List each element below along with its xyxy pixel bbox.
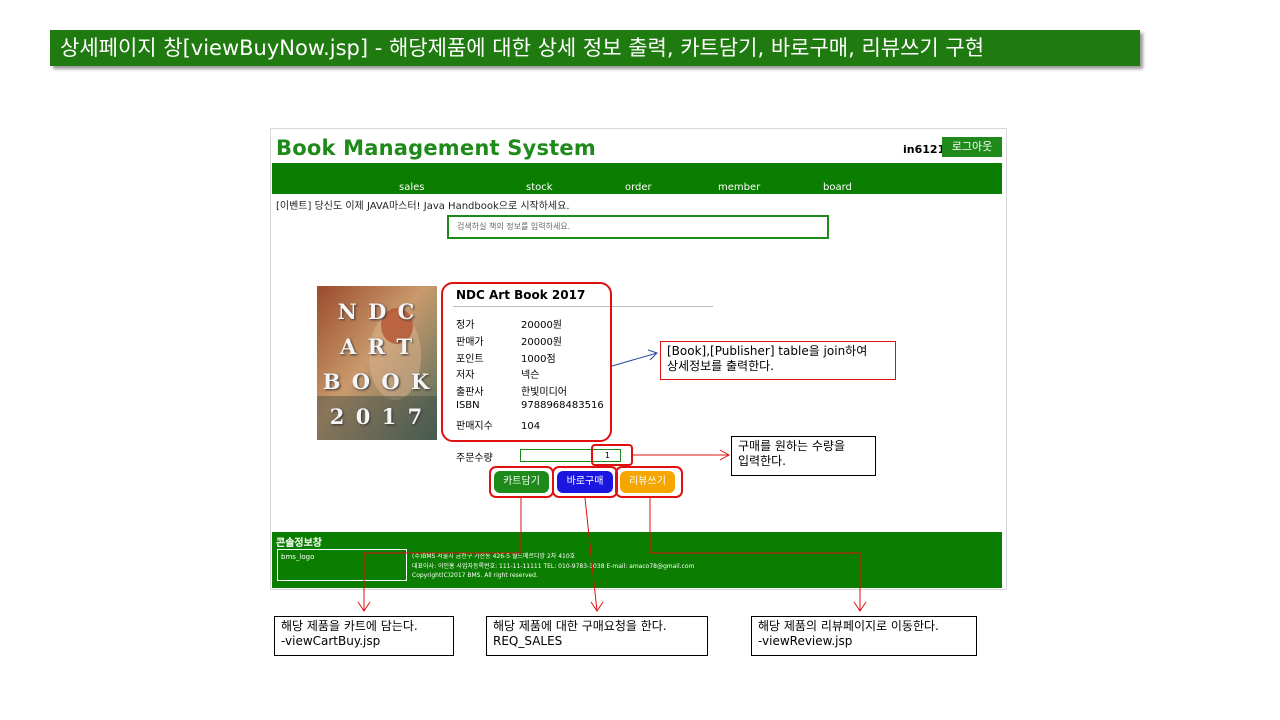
review-highlight bbox=[615, 466, 683, 498]
note-line: -viewReview.jsp bbox=[758, 634, 853, 648]
buy-highlight bbox=[552, 466, 618, 498]
quantity-highlight bbox=[591, 444, 633, 466]
note-quantity: 구매를 원하는 수량을 입력한다. bbox=[731, 436, 876, 476]
cover-text: N D C A R T B O O K 2 0 1 7 bbox=[317, 294, 437, 434]
logout-button[interactable]: 로그아웃 bbox=[942, 137, 1002, 157]
note-line: -viewCartBuy.jsp bbox=[281, 634, 381, 648]
note-cart: 해당 제품을 카트에 담는다. -viewCartBuy.jsp bbox=[274, 616, 454, 656]
slide-title: 상세페이지 창[viewBuyNow.jsp] - 해당제품에 대한 상세 정보… bbox=[50, 30, 1140, 66]
note-line: 해당 제품을 카트에 담는다. bbox=[281, 619, 418, 633]
footer-logo: bms_logo bbox=[277, 549, 407, 581]
nav-item-order[interactable]: order bbox=[625, 182, 652, 193]
book-info-highlight bbox=[441, 282, 612, 442]
arrowhead-buy bbox=[590, 601, 604, 612]
footer-title: 콘솔정보창 bbox=[276, 538, 322, 549]
cover-line-4: 2 0 1 7 bbox=[329, 404, 425, 429]
note-line: 해당 제품의 리뷰페이지로 이동한다. bbox=[758, 619, 939, 633]
note-review: 해당 제품의 리뷰페이지로 이동한다. -viewReview.jsp bbox=[751, 616, 977, 656]
note-join-tables: [Book],[Publisher] table을 join하여 상세정보를 출… bbox=[660, 341, 896, 380]
quantity-label: 주문수량 bbox=[456, 453, 493, 464]
book-cover-image: N D C A R T B O O K 2 0 1 7 bbox=[317, 286, 437, 440]
arrowhead-review bbox=[853, 601, 867, 612]
arrowhead-cart bbox=[357, 601, 371, 612]
note-line: 해당 제품에 대한 구매요청을 한다. bbox=[493, 619, 667, 633]
cart-highlight bbox=[489, 466, 554, 498]
nav-item-stock[interactable]: stock bbox=[526, 182, 553, 193]
user-id: in6121 bbox=[903, 143, 946, 156]
footer-copyright: Copyright(C)2017 BMS. All right reserved… bbox=[412, 572, 538, 579]
note-line: REQ_SALES bbox=[493, 634, 563, 648]
footer-address: (주)BMS 서울시 금천구 가산동 426-5 월드메르디앙 2차 410호 bbox=[412, 553, 576, 560]
note-line: 입력한다. bbox=[738, 454, 786, 468]
note-buy: 해당 제품에 대한 구매요청을 한다. REQ_SALES bbox=[486, 616, 708, 656]
note-line: 구매를 원하는 수량을 bbox=[738, 439, 845, 453]
nav-item-board[interactable]: board bbox=[823, 182, 852, 193]
nav-bar: sales stock order member board bbox=[272, 163, 1002, 194]
nav-item-member[interactable]: member bbox=[718, 182, 760, 193]
nav-item-sales[interactable]: sales bbox=[399, 182, 424, 193]
search-input[interactable]: 검색하실 책의 정보를 입력하세요. bbox=[447, 215, 829, 239]
site-logo[interactable]: Book Management System bbox=[276, 136, 596, 160]
cover-line-1: N D C bbox=[337, 299, 417, 324]
footer-contact: 대표이사: 이인홍 사업자등록번호: 111-11-11111 TEL: 010… bbox=[412, 563, 695, 570]
note-line: [Book],[Publisher] table을 join하여 bbox=[667, 344, 868, 358]
event-banner[interactable]: [이벤트] 당신도 이제 JAVA마스터! Java Handbook으로 시작… bbox=[276, 197, 570, 212]
cover-line-2: A R T bbox=[340, 334, 414, 359]
cover-line-3: B O O K bbox=[322, 369, 432, 394]
note-line: 상세정보를 출력한다. bbox=[667, 359, 774, 373]
